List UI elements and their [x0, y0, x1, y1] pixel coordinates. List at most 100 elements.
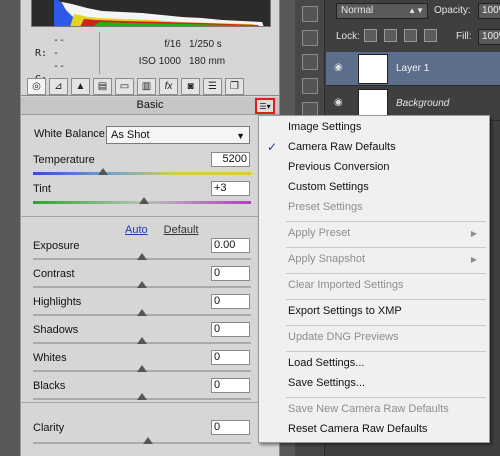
menu-item[interactable]: Custom Settings	[259, 178, 489, 197]
lock-paint-icon[interactable]	[384, 29, 397, 42]
menu-item: Preset Settings	[259, 198, 489, 217]
slider-value-field[interactable]: 0	[211, 322, 250, 337]
detail-tab-icon[interactable]: ▲	[71, 78, 90, 95]
lock-transparent-icon[interactable]	[364, 29, 377, 42]
exif-readout: f/16 1/250 s ISO 1000 180 mm	[111, 36, 225, 70]
blend-mode-value: Normal	[341, 5, 374, 16]
r-value: ---	[53, 35, 66, 59]
slider-label: Exposure	[33, 240, 80, 252]
menu-item[interactable]: Load Settings...	[259, 354, 489, 373]
layer-name: Layer 1	[396, 63, 430, 74]
lock-label: Lock:	[336, 31, 360, 42]
iso: ISO 1000	[138, 56, 181, 67]
clarity-slider-thumb[interactable]	[143, 437, 153, 444]
menu-item[interactable]: Previous Conversion	[259, 158, 489, 177]
slider-thumb[interactable]	[137, 365, 147, 372]
slider-label: Whites	[33, 352, 67, 364]
histogram	[31, 0, 271, 27]
image-info: R:--- G:--- B:--- f/161/250 s ISO 100018…	[31, 30, 271, 111]
layer-row[interactable]: ◉ Layer 1	[326, 52, 500, 86]
tint-field[interactable]: +3	[211, 181, 250, 196]
slider-value-field[interactable]: 0	[211, 350, 250, 365]
submenu-arrow-icon: ▶	[470, 255, 477, 264]
blend-mode-select[interactable]: Normal ▲▼	[336, 3, 428, 19]
menu-item-label: Preset Settings	[288, 201, 363, 213]
default-link[interactable]: Default	[164, 224, 199, 236]
menu-separator	[286, 221, 486, 222]
clarity-field[interactable]: 0	[211, 420, 250, 435]
r-label: R:	[35, 48, 48, 59]
chevron-down-icon: ▲▼	[408, 6, 424, 15]
snapshots-tab-icon[interactable]: ❐	[225, 78, 244, 95]
slider-value-field[interactable]: 0	[211, 378, 250, 393]
lock-move-icon[interactable]	[404, 29, 417, 42]
tint-slider-thumb[interactable]	[139, 197, 150, 204]
split-toning-tab-icon[interactable]: ▭	[115, 78, 134, 95]
panel-tabs: ◎ ⊿ ▲ ▤ ▭ ▥ fx ◙ ☰ ❐	[21, 78, 279, 96]
panel-icon[interactable]	[302, 78, 318, 94]
settings-dropdown-menu: Image Settings ✓ Camera Raw Defaults Previo…	[258, 115, 490, 443]
white-balance-label: White Balance:	[34, 128, 108, 140]
slider-value-field[interactable]: 0.00	[211, 238, 250, 253]
section-title: Basic	[21, 97, 279, 115]
opacity-field[interactable]: 100%	[478, 3, 500, 19]
section-divider	[20, 402, 278, 403]
menu-item-label: Apply Snapshot	[288, 253, 366, 265]
white-balance-value: As Shot	[111, 129, 150, 141]
clarity-label: Clarity	[33, 422, 65, 434]
menu-item: Update DNG Previews	[259, 328, 489, 347]
lock-all-icon[interactable]	[424, 29, 437, 42]
panel-icon[interactable]	[302, 30, 318, 46]
settings-menu-button[interactable]: ☰▾	[255, 98, 275, 114]
menu-item[interactable]: Reset Camera Raw Defaults	[259, 420, 489, 439]
fill-field[interactable]: 100%	[478, 29, 500, 45]
slider-label: Blacks	[33, 380, 66, 392]
menu-item[interactable]: Image Settings	[259, 118, 489, 137]
fill-label: Fill:	[456, 31, 472, 42]
presets-tab-icon[interactable]: ☰	[203, 78, 222, 95]
menu-item-label: Previous Conversion	[288, 161, 390, 173]
menu-item-label: Save Settings...	[288, 377, 366, 389]
temperature-slider-thumb[interactable]	[97, 168, 108, 175]
menu-item: Clear Imported Settings	[259, 276, 489, 295]
camera-tab-icon[interactable]: ◙	[181, 78, 200, 95]
menu-separator	[286, 351, 486, 352]
white-balance-select[interactable]: As Shot ▼	[106, 126, 250, 144]
slider-thumb[interactable]	[137, 393, 147, 400]
slider-thumb[interactable]	[137, 309, 147, 316]
menu-item-label: Update DNG Previews	[288, 331, 399, 343]
slider-label: Shadows	[33, 324, 79, 336]
panel-icon[interactable]	[302, 6, 318, 22]
slider-value-field[interactable]: 0	[211, 294, 250, 309]
histogram-graph	[32, 0, 270, 26]
slider-thumb[interactable]	[137, 337, 147, 344]
tone-curve-tab-icon[interactable]: ⊿	[49, 78, 68, 95]
lens-tab-icon[interactable]: ▥	[137, 78, 156, 95]
menu-item[interactable]: Export Settings to XMP	[259, 302, 489, 321]
slider-thumb[interactable]	[137, 253, 147, 260]
slider-thumb[interactable]	[137, 281, 147, 288]
menu-item-label: Camera Raw Defaults	[288, 141, 396, 153]
opacity-label: Opacity:	[434, 5, 471, 16]
clarity-track[interactable]	[33, 442, 251, 444]
menu-item-label: Apply Preset	[288, 227, 351, 239]
panel-icon[interactable]	[302, 54, 318, 70]
eye-icon[interactable]: ◉	[334, 63, 346, 73]
auto-link[interactable]: Auto	[125, 224, 148, 236]
hsl-tab-icon[interactable]: ▤	[93, 78, 112, 95]
menu-item-label: Save New Camera Raw Defaults	[288, 403, 449, 415]
menu-item-label: Export Settings to XMP	[288, 305, 402, 317]
basic-tab-icon[interactable]: ◎	[27, 78, 46, 95]
slider-value-field[interactable]: 0	[211, 266, 250, 281]
temperature-track[interactable]	[33, 172, 251, 175]
menu-item[interactable]: ✓ Camera Raw Defaults	[259, 138, 489, 157]
fx-tab-icon[interactable]: fx	[159, 78, 178, 95]
slider-label: Highlights	[33, 296, 82, 308]
eye-icon[interactable]: ◉	[334, 98, 346, 108]
menu-item[interactable]: Save Settings...	[259, 374, 489, 393]
menu-item-label: Custom Settings	[288, 181, 369, 193]
submenu-arrow-icon: ▶	[470, 229, 477, 238]
checkmark-icon: ✓	[267, 140, 278, 154]
aperture: f/16	[164, 39, 181, 50]
temperature-field[interactable]: 5200	[211, 152, 250, 167]
